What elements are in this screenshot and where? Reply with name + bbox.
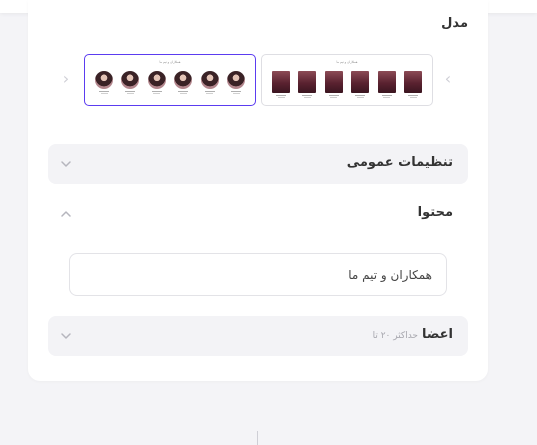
- general-settings-title: تنظیمات عمومی: [346, 155, 453, 170]
- member-photo: [174, 71, 193, 89]
- members-limit-hint: حداکثر ۲۰ تا: [372, 331, 418, 341]
- member-photo: [351, 71, 370, 93]
- member-card: [174, 71, 193, 94]
- chevron-up-icon: [61, 211, 71, 217]
- model-thumbnail-2[interactable]: همکاران و تیم ما: [84, 54, 256, 106]
- general-settings-accordion[interactable]: تنظیمات عمومی: [48, 144, 468, 184]
- thumbnail-members: [95, 71, 245, 94]
- divider: [257, 431, 258, 445]
- member-card: [227, 71, 245, 94]
- model-thumbnail-1[interactable]: همکاران و تیم ما: [261, 54, 433, 106]
- member-card: [351, 71, 370, 98]
- content-title: محتوا: [417, 205, 453, 220]
- member-photo: [227, 71, 245, 89]
- thumbnail-title: همکاران و تیم ما: [159, 60, 181, 64]
- member-card: [298, 71, 317, 98]
- member-card: [95, 71, 114, 94]
- thumbnail-members: [272, 71, 422, 98]
- member-photo: [121, 71, 140, 89]
- member-card: [324, 71, 343, 98]
- member-photo: [298, 71, 317, 93]
- member-photo: [95, 71, 114, 89]
- member-photo: [404, 71, 422, 93]
- member-card: [121, 71, 140, 94]
- members-accordion[interactable]: اعضا حداکثر ۲۰ تا: [48, 316, 468, 356]
- member-card: [200, 71, 219, 94]
- chevron-down-icon: [61, 161, 71, 167]
- content-title-input[interactable]: [69, 253, 447, 296]
- member-photo: [324, 71, 343, 93]
- member-photo: [200, 71, 219, 89]
- chevron-down-icon: [61, 333, 71, 339]
- member-card: [272, 71, 291, 98]
- member-photo: [377, 71, 396, 93]
- member-photo: [272, 71, 291, 93]
- model-label: مدل: [441, 16, 468, 31]
- chevron-right-icon[interactable]: ›: [441, 70, 455, 88]
- member-card: [404, 71, 422, 98]
- thumbnail-title: همکاران و تیم ما: [336, 60, 358, 64]
- chevron-left-icon[interactable]: ‹: [59, 70, 73, 88]
- settings-card: مدل › ‹ همکاران و تیم ما همکاران و تیم م…: [28, 0, 488, 381]
- members-title: اعضا: [421, 327, 453, 342]
- member-photo: [147, 71, 166, 89]
- member-card: [377, 71, 396, 98]
- member-card: [147, 71, 166, 94]
- content-accordion[interactable]: محتوا: [48, 194, 468, 234]
